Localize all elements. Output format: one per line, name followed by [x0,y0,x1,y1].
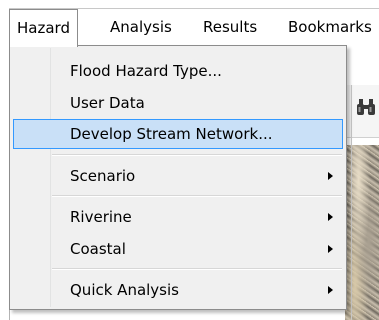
menu-item-flood-hazard-type[interactable]: Flood Hazard Type... [13,56,343,86]
menu-item-riverine[interactable]: Riverine [13,202,343,232]
menu-item-quick-analysis[interactable]: Quick Analysis [13,275,343,305]
panel-divider [351,85,352,320]
menu-bookmarks[interactable]: Bookmarks [281,9,379,46]
hazard-dropdown-menu: Flood Hazard Type... User Data Develop S… [9,45,347,310]
menu-results[interactable]: Results [196,9,264,46]
menu-item-label: Riverine [70,208,132,226]
menu-hazard[interactable]: Hazard [9,9,78,47]
menu-item-label: Quick Analysis [70,281,179,299]
submenu-arrow-icon [328,213,333,221]
menu-item-label: Develop Stream Network... [70,125,273,143]
menu-item-user-data[interactable]: User Data [13,88,343,118]
menu-analysis[interactable]: Analysis [103,9,179,46]
binoculars-icon[interactable] [356,98,376,116]
submenu-arrow-icon [328,286,333,294]
menu-bar: Hazard Analysis Results Bookmarks [9,8,379,47]
menu-item-scenario[interactable]: Scenario [13,161,343,191]
menu-item-coastal[interactable]: Coastal [13,234,343,264]
menu-item-label: Scenario [70,167,136,185]
submenu-arrow-icon [328,245,333,253]
menu-separator [52,268,342,270]
menu-item-label: Flood Hazard Type... [70,62,222,80]
menu-item-label: User Data [70,94,145,112]
menu-separator [52,154,342,156]
menu-item-develop-stream-network[interactable]: Develop Stream Network... [13,119,343,149]
menu-separator [52,195,342,197]
menu-item-label: Coastal [70,240,126,258]
submenu-arrow-icon [328,172,333,180]
